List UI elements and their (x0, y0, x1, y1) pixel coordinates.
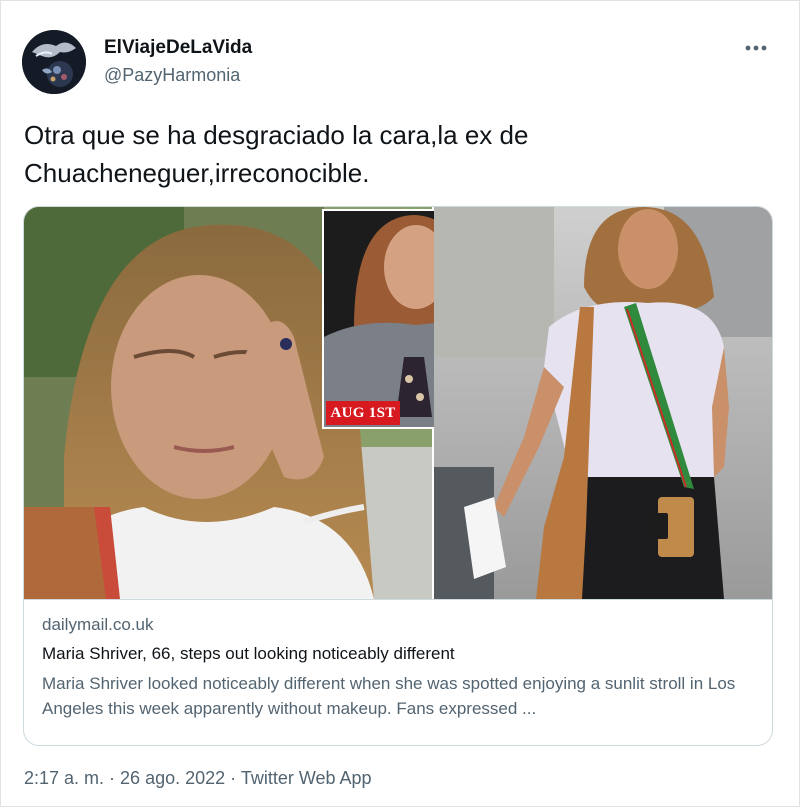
card-title: Maria Shriver, 66, steps out looking not… (42, 644, 455, 663)
more-options-button[interactable] (740, 36, 772, 60)
author-block[interactable]: ElViajeDeLaVida @PazyHarmonia (104, 36, 252, 88)
tweet-text: Otra que se ha desgraciado la cara,la ex… (24, 120, 529, 188)
card-description: Maria Shriver looked noticeably differen… (42, 674, 736, 718)
footer-separator-2: · (225, 768, 241, 788)
tweet-date[interactable]: 26 ago. 2022 (120, 768, 225, 788)
author-handle[interactable]: @PazyHarmonia (104, 62, 252, 88)
more-horizontal-icon (745, 45, 767, 51)
avatar-image (22, 30, 86, 94)
card-meta[interactable]: dailymail.co.uk Maria Shriver, 66, steps… (24, 599, 772, 745)
avatar[interactable] (22, 30, 86, 94)
card-badge: AUG 1ST (330, 405, 396, 421)
author-display-name[interactable]: ElViajeDeLaVida (104, 36, 252, 60)
footer-separator: · (104, 768, 121, 788)
card-image[interactable]: AUG 1ST (24, 207, 772, 599)
tweet-footer: 2:17 a. m. · 26 ago. 2022 · Twitter Web … (24, 766, 372, 790)
link-card[interactable]: AUG 1ST dailymail.co.uk Maria Shriver, 6… (23, 206, 773, 746)
tweet-time[interactable]: 2:17 a. m. (24, 768, 104, 788)
tweet-source[interactable]: Twitter Web App (241, 768, 372, 788)
card-domain: dailymail.co.uk (42, 615, 154, 634)
